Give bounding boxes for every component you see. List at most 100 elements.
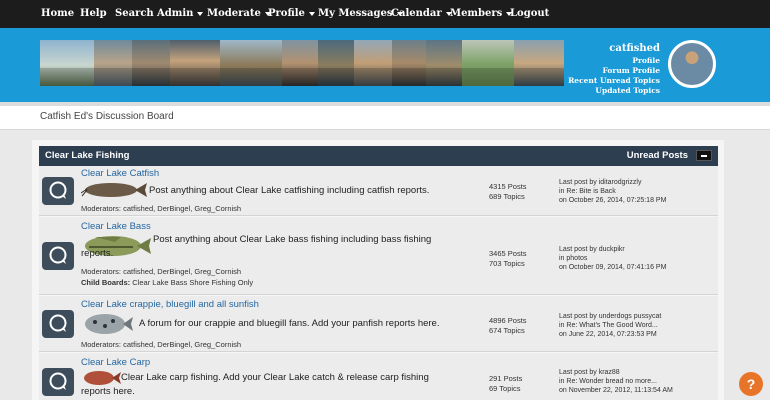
nav-label: Logout bbox=[510, 8, 550, 19]
board-title-link[interactable]: Clear Lake Catfish bbox=[81, 168, 159, 179]
board-stats: 3465 Posts 703 Topics bbox=[489, 249, 527, 269]
nav-label: Admin bbox=[157, 8, 194, 19]
board-icon[interactable] bbox=[42, 368, 74, 396]
site-header: catfished Profile Forum Profile Recent U… bbox=[0, 28, 770, 102]
board-row: Clear Lake crappie, bluegill and all sun… bbox=[39, 296, 718, 352]
nav-profile[interactable]: Profile bbox=[268, 0, 315, 28]
topic-count: 69 Topics bbox=[489, 384, 521, 393]
post-count: 3465 Posts bbox=[489, 249, 527, 258]
chevron-down-icon bbox=[308, 11, 315, 16]
board-stats: 4896 Posts 674 Topics bbox=[489, 316, 527, 336]
board-description: Clear Lake carp fishing. Add your Clear … bbox=[81, 371, 451, 399]
nav-label: Help bbox=[80, 8, 107, 19]
board-icon[interactable] bbox=[42, 177, 74, 205]
banner-photo bbox=[514, 40, 564, 86]
board-title-link[interactable]: Clear Lake crappie, bluegill and all sun… bbox=[81, 299, 259, 310]
board-description-text: Clear Lake carp fishing. Add your Clear … bbox=[81, 372, 429, 397]
board-row: Clear Lake Catfish Post anything about C… bbox=[39, 166, 718, 216]
forum-profile-link[interactable]: Forum Profile bbox=[568, 66, 660, 76]
topic-count: 674 Topics bbox=[489, 326, 525, 335]
last-post-date: on June 22, 2014, 07:23:53 PM bbox=[559, 331, 657, 338]
avatar[interactable] bbox=[668, 40, 716, 88]
topic-count: 689 Topics bbox=[489, 192, 525, 201]
last-post-date: on October 09, 2014, 07:41:16 PM bbox=[559, 264, 667, 271]
updated-topics-link[interactable]: Updated Topics bbox=[568, 86, 660, 96]
banner-photo bbox=[132, 40, 170, 86]
board-stats: 291 Posts 69 Topics bbox=[489, 374, 522, 394]
child-boards: Child Boards: Clear Lake Bass Shore Fish… bbox=[81, 278, 253, 287]
last-post-topic[interactable]: in Re: What's The Good Word... bbox=[559, 321, 661, 330]
nav-moderate[interactable]: Moderate bbox=[207, 0, 271, 28]
chat-bubble-icon bbox=[49, 372, 67, 390]
category-panel: Clear Lake Fishing Unread Posts Clear La… bbox=[32, 140, 724, 400]
board-title[interactable]: Catfish Ed's Discussion Board bbox=[40, 111, 174, 122]
category-title[interactable]: Clear Lake Fishing bbox=[45, 150, 129, 161]
board-row: Clear Lake Bass Post anything about Clea… bbox=[39, 217, 718, 295]
nav-label: Calendar bbox=[391, 8, 442, 19]
banner-photo bbox=[170, 40, 220, 86]
nav-label: Profile bbox=[268, 8, 305, 19]
board-moderators: Moderators: catfished, DerBingel, Greg_C… bbox=[81, 204, 242, 213]
last-post-author[interactable]: Last post by duckpikr bbox=[559, 245, 666, 254]
nav-members[interactable]: Members bbox=[450, 0, 513, 28]
banner-photo bbox=[282, 40, 318, 86]
post-count: 4315 Posts bbox=[489, 182, 527, 191]
last-post-author[interactable]: Last post by underdogs pussycat bbox=[559, 312, 661, 321]
nav-label: Search bbox=[115, 8, 154, 19]
chat-bubble-icon bbox=[49, 181, 67, 199]
banner-photo bbox=[426, 40, 462, 86]
chat-bubble-icon bbox=[49, 246, 67, 264]
board-icon[interactable] bbox=[42, 310, 74, 338]
child-board-link[interactable]: Clear Lake Bass Shore Fishing Only bbox=[132, 278, 253, 287]
banner-photo bbox=[392, 40, 426, 86]
banner-photo bbox=[318, 40, 354, 86]
nav-label: Home bbox=[41, 8, 75, 19]
board-description: Post anything about Clear Lake catfishin… bbox=[149, 185, 430, 196]
nav-label: Members bbox=[450, 8, 503, 19]
breadcrumb: Catfish Ed's Discussion Board bbox=[0, 106, 770, 130]
banner-photo bbox=[94, 40, 132, 86]
board-moderators: Moderators: catfished, DerBingel, Greg_C… bbox=[81, 267, 242, 276]
post-count: 291 Posts bbox=[489, 374, 523, 383]
nav-search[interactable]: Search bbox=[115, 0, 154, 28]
board-description: A forum for our crappie and bluegill fan… bbox=[139, 318, 440, 329]
last-post-info: Last post by iditarodgrizzly in Re: Bite … bbox=[559, 178, 666, 205]
profile-link[interactable]: Profile bbox=[568, 56, 660, 66]
last-post-topic[interactable]: in Re: Wonder bread no more... bbox=[559, 377, 673, 386]
nav-label: Moderate bbox=[207, 8, 261, 19]
banner-photo bbox=[354, 40, 392, 86]
crappie-icon bbox=[85, 314, 133, 334]
collapse-icon[interactable] bbox=[696, 150, 712, 161]
last-post-author[interactable]: Last post by kraz88 bbox=[559, 368, 673, 377]
nav-calendar[interactable]: Calendar bbox=[391, 0, 452, 28]
banner-photo bbox=[220, 40, 282, 86]
chevron-down-icon bbox=[197, 11, 204, 16]
nav-my-messages[interactable]: My Messages bbox=[318, 0, 403, 28]
board-stats: 4315 Posts 689 Topics bbox=[489, 182, 527, 202]
last-post-info: Last post by duckpikr in photos on October… bbox=[559, 245, 666, 272]
board-icon[interactable] bbox=[42, 242, 74, 270]
banner-photo bbox=[462, 40, 514, 86]
last-post-date: on October 26, 2014, 07:25:18 PM bbox=[559, 197, 667, 204]
nav-home[interactable]: Home bbox=[41, 0, 74, 28]
nav-admin[interactable]: Admin bbox=[157, 0, 204, 28]
board-moderators: Moderators: catfished, DerBingel, Greg_C… bbox=[81, 340, 242, 349]
last-post-topic[interactable]: in Re: Bite is Back bbox=[559, 187, 666, 196]
catfish-icon bbox=[81, 183, 147, 197]
help-button[interactable]: ? bbox=[739, 372, 763, 396]
top-nav: Home Help Search Admin Moderate Profile … bbox=[0, 0, 770, 28]
nav-help[interactable]: Help bbox=[80, 0, 107, 28]
last-post-date: on November 22, 2012, 11:13:54 AM bbox=[559, 387, 673, 394]
chat-bubble-icon bbox=[49, 314, 67, 332]
recent-unread-topics-link[interactable]: Recent Unread Topics bbox=[568, 76, 660, 86]
last-post-author[interactable]: Last post by iditarodgrizzly bbox=[559, 178, 666, 187]
board-description: Post anything about Clear Lake bass fish… bbox=[81, 233, 441, 261]
unread-posts-link[interactable]: Unread Posts bbox=[627, 150, 688, 161]
child-boards-label: Child Boards: bbox=[81, 278, 131, 287]
board-title-link[interactable]: Clear Lake Carp bbox=[81, 357, 150, 368]
last-post-topic[interactable]: in photos bbox=[559, 254, 666, 263]
board-title-link[interactable]: Clear Lake Bass bbox=[81, 221, 151, 232]
nav-logout[interactable]: Logout bbox=[510, 0, 549, 28]
username[interactable]: catfished bbox=[568, 42, 660, 56]
last-post-info: Last post by underdogs pussycat in Re: Wh… bbox=[559, 312, 661, 339]
